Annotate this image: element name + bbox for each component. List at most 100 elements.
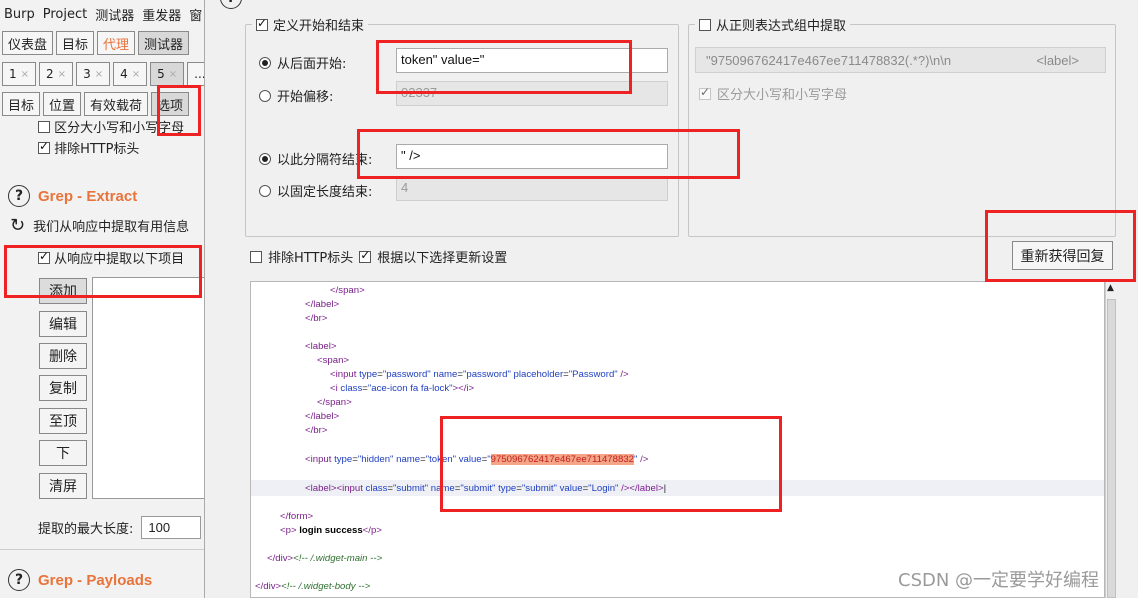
close-icon[interactable]: × — [169, 69, 177, 80]
menu-intruder[interactable]: 测试器 — [95, 5, 134, 24]
define-start-end-title: 定义开始和结束 — [273, 19, 365, 34]
response-viewer[interactable]: </span> </label> </br> <label> <span> <i… — [250, 281, 1105, 598]
menu-window[interactable]: 窗 — [189, 5, 202, 24]
grep-extract-header: ? Grep - Extract — [8, 185, 137, 207]
tab-target[interactable]: 目标 — [56, 31, 95, 55]
exclude-http-checkbox[interactable] — [250, 250, 262, 263]
attack-tab-5[interactable]: 5 × — [150, 62, 185, 86]
edit-button[interactable]: 编辑 — [39, 311, 87, 337]
attack-tab-label: 1 — [9, 67, 17, 81]
attack-tab-2[interactable]: 2 × — [39, 62, 74, 86]
refetch-response-button[interactable]: 重新获得回复 — [1012, 241, 1113, 270]
tab-proxy[interactable]: 代理 — [97, 31, 136, 55]
code-line: <label><input class="submit" name="submi… — [305, 483, 667, 494]
update-config-checkbox[interactable] — [359, 248, 372, 263]
regex-case-sensitive-row[interactable]: 区分大小写和小写字母 — [699, 84, 847, 103]
tab-dashboard[interactable]: 仪表盘 — [2, 31, 54, 55]
delete-button[interactable]: 删除 — [39, 343, 87, 369]
regex-input[interactable]: "975096762417e467ee711478832(.*?)\n\n <l… — [695, 47, 1106, 73]
extract-items-list[interactable] — [92, 277, 205, 499]
end-fixed-length-row[interactable]: 以固定长度结束: — [259, 181, 372, 200]
watermark: CSDN @一定要学好编程 — [898, 570, 1100, 591]
menu-repeater[interactable]: 重发器 — [142, 5, 181, 24]
code-line: <label> — [305, 341, 337, 352]
attack-tab-4[interactable]: 4 × — [113, 62, 148, 86]
close-icon[interactable]: × — [132, 69, 140, 80]
start-after-radio[interactable] — [259, 56, 271, 69]
attack-tab-1[interactable]: 1 × — [2, 62, 37, 86]
refresh-icon: ↻ — [10, 215, 26, 236]
move-up-button[interactable]: 至顶 — [39, 408, 87, 434]
end-fixed-length-radio[interactable] — [259, 184, 271, 197]
max-length-input[interactable]: 100 — [141, 516, 202, 539]
end-fixed-length-input[interactable]: 4 — [396, 176, 668, 201]
start-offset-row[interactable]: 开始偏移: — [259, 86, 333, 105]
close-icon[interactable]: × — [95, 69, 103, 80]
tab-positions[interactable]: 位置 — [43, 92, 82, 116]
code-line: </div><!-- /.widget-main --> — [267, 553, 383, 564]
menu-burp[interactable]: Burp — [4, 7, 35, 22]
close-icon[interactable]: × — [21, 69, 29, 80]
move-down-button[interactable]: 下 — [39, 440, 87, 466]
menu-project[interactable]: Project — [43, 7, 87, 22]
code-line: <span> — [317, 355, 350, 366]
code-line: <input type="password" name="password" p… — [330, 369, 629, 380]
case-insensitive-checkbox[interactable] — [38, 121, 50, 133]
start-after-input[interactable]: token" value=" — [396, 48, 668, 73]
clear-button[interactable]: 清屏 — [39, 473, 87, 499]
tab-options[interactable]: 选项 — [151, 92, 190, 116]
attack-tab-3[interactable]: 3 × — [76, 62, 111, 86]
start-offset-radio[interactable] — [259, 89, 271, 102]
extract-items-label: 从响应中提取以下项目 — [54, 252, 185, 267]
code-line: </label> — [305, 411, 340, 422]
max-length-row: 提取的最大长度: 100 — [38, 516, 202, 539]
tab-intruder[interactable]: 测试器 — [138, 31, 190, 55]
regex-group-checkbox[interactable] — [699, 18, 711, 31]
end-delimiter-label: 以此分隔符结束: — [277, 153, 373, 168]
menu-bar: Burp Project 测试器 重发器 窗 — [0, 0, 205, 28]
code-line: <i class="ace-icon fa fa-lock"></i> — [330, 383, 475, 394]
attack-tab-label: 4 — [120, 67, 128, 81]
code-line: </label> — [305, 299, 340, 310]
close-icon[interactable]: × — [58, 69, 66, 80]
end-delimiter-input[interactable]: " /> — [396, 144, 668, 169]
response-scrollbar[interactable]: ▲ — [1105, 281, 1117, 598]
exclude-http-headers-label: 排除HTTP标头 — [54, 142, 140, 157]
start-after-row[interactable]: 从后面开始: — [259, 53, 346, 72]
regex-case-sensitive-label: 区分大小写和小写字母 — [717, 88, 848, 103]
case-insensitive-row[interactable]: 区分大小写和小写字母 — [38, 117, 184, 136]
code-line: <p> login success</p> — [280, 525, 382, 536]
help-icon[interactable]: ? — [8, 185, 30, 207]
tab-payloads[interactable]: 有效载荷 — [84, 92, 149, 116]
main-tab-row: 仪表盘 目标 代理 测试器 — [2, 31, 190, 55]
code-line: </br> — [305, 313, 328, 324]
code-line: </div><!-- /.widget-body --> — [255, 581, 371, 592]
grep-extract-description-row: ↻ 我们从响应中提取有用信息 — [10, 215, 189, 236]
code-line: </span> — [330, 285, 365, 296]
scroll-up-icon[interactable]: ▲ — [1107, 283, 1114, 293]
start-offset-input[interactable]: 02337 — [396, 81, 668, 106]
grep-extract-title: Grep - Extract — [38, 187, 138, 205]
help-icon[interactable]: ? — [8, 569, 30, 591]
grep-payloads-header: ? Grep - Payloads — [8, 569, 152, 591]
grep-payloads-title: Grep - Payloads — [38, 571, 153, 589]
add-button[interactable]: 添加 — [39, 278, 87, 304]
attack-tab-row: 1 × 2 × 3 × 4 × 5 × ... — [2, 62, 205, 86]
extract-items-checkbox[interactable] — [38, 249, 50, 264]
end-delimiter-radio[interactable] — [259, 152, 271, 165]
scroll-thumb[interactable] — [1107, 299, 1116, 598]
regex-case-sensitive-checkbox[interactable] — [699, 85, 711, 100]
duplicate-button[interactable]: 复制 — [39, 375, 87, 401]
exclude-http-headers-checkbox[interactable] — [38, 139, 50, 154]
tab-targets[interactable]: 目标 — [2, 92, 41, 116]
start-after-label: 从后面开始: — [277, 57, 347, 72]
extract-items-row[interactable]: 从响应中提取以下项目 — [38, 248, 184, 267]
attack-tab-more[interactable]: ... — [187, 62, 205, 86]
code-line: </form> — [280, 511, 314, 522]
exclude-http-headers-row[interactable]: 排除HTTP标头 — [38, 138, 139, 157]
define-start-end-checkbox[interactable] — [256, 16, 268, 31]
grep-extract-dialog: ? 定义开始和结束 从后面开始: token" value=" 开始偏移: 02… — [204, 0, 1138, 598]
end-fixed-length-label: 以固定长度结束: — [277, 185, 373, 200]
help-icon[interactable]: ? — [220, 0, 242, 9]
end-delimiter-row[interactable]: 以此分隔符结束: — [259, 149, 372, 168]
